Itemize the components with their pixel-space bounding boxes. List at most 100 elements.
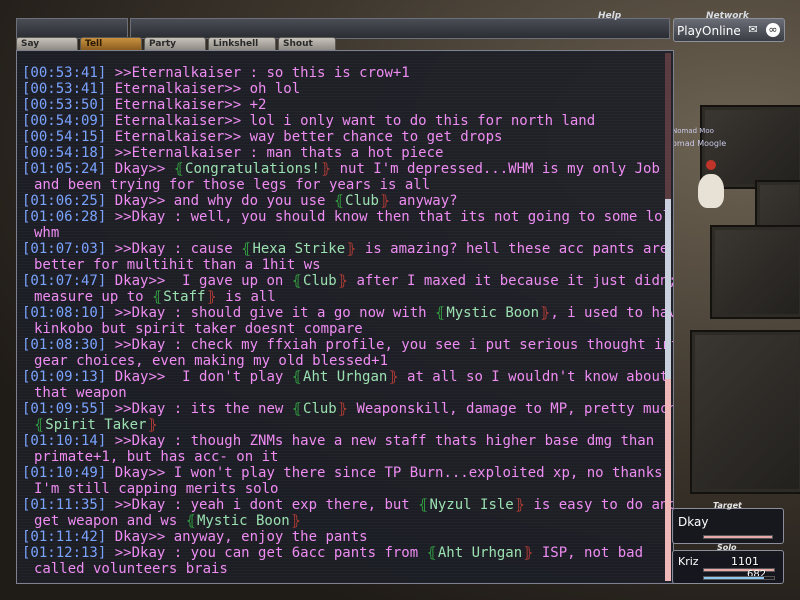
auto-translate-phrase: Mystic Boon <box>435 305 550 321</box>
chat-text: Eternalkaiser>> +2 <box>106 97 267 113</box>
chat-line: [01:07:03] >>Dkay : cause Hexa Strike is… <box>22 241 668 257</box>
chat-timestamp: [01:06:25] <box>22 193 107 209</box>
chat-line: [01:09:55] >>Dkay : its the new Club Wea… <box>22 401 673 417</box>
chat-text: primate+1, but has acc- on it <box>34 449 279 465</box>
top-bar-help[interactable] <box>130 18 670 39</box>
target-panel[interactable]: Target Dkay <box>672 501 784 544</box>
chat-text: is easy to do and <box>525 497 674 513</box>
chat-timestamp: [00:53:41] <box>22 81 107 97</box>
auto-translate-phrase: Aht Urhgan <box>427 545 534 561</box>
playonline-label: PlayOnline <box>677 24 741 38</box>
chat-timestamp: [01:06:28] <box>22 209 107 225</box>
chat-line: [00:54:15] Eternalkaiser>> way better ch… <box>22 129 662 145</box>
chat-line: Spirit Taker <box>22 417 662 433</box>
chat-line: [00:53:41] >>Eternalkaiser : so this is … <box>22 65 662 81</box>
chat-line: [01:12:13] >>Dkay : you can get 6acc pan… <box>22 545 662 561</box>
crate <box>690 330 800 494</box>
chat-text: Dkay>> anyway, enjoy the pants <box>106 529 368 545</box>
chat-text: Dkay>> I won't play there since TP Burn.… <box>106 465 674 481</box>
chat-line: [01:10:49] Dkay>> I won't play there sin… <box>22 465 673 481</box>
chat-line: [00:54:09] Eternalkaiser>> lol i only wa… <box>22 113 662 129</box>
help-label[interactable]: Help <box>598 11 621 21</box>
chat-line: that weapon <box>22 385 662 401</box>
chat-text: better for multihit than a 1hit ws <box>34 257 321 273</box>
chat-text: Dkay>> and why do you use <box>106 193 334 209</box>
chat-text: called volunteers brais <box>34 561 228 577</box>
chat-line: and been trying for those legs for years… <box>22 177 662 193</box>
tab-linkshell[interactable]: Linkshell <box>208 37 276 50</box>
chat-line: [01:11:42] Dkay>> anyway, enjoy the pant… <box>22 529 662 545</box>
chat-line: [00:54:18] >>Eternalkaiser : man thats a… <box>22 145 662 161</box>
auto-translate-phrase: Mystic Boon <box>186 513 301 529</box>
party-mp-fill <box>704 577 764 579</box>
tab-tell[interactable]: Tell <box>80 37 142 50</box>
chat-bubble-icon[interactable]: ∞ <box>766 23 780 37</box>
auto-translate-phrase: Club <box>292 273 348 289</box>
chat-text: Dkay>> <box>106 161 174 177</box>
playonline-button[interactable]: PlayOnline ✉ ∞ <box>673 18 785 42</box>
party-title: Solo <box>717 543 737 552</box>
chat-text: Dkay>> I don't play <box>106 369 292 385</box>
chat-timestamp: [01:10:14] <box>22 433 107 449</box>
chat-text: >>Dkay : well, you should know then that… <box>106 209 672 225</box>
chat-timestamp: [00:53:50] <box>22 97 107 113</box>
target-hp-bar <box>703 535 773 539</box>
tab-party[interactable]: Party <box>144 37 206 50</box>
chat-line: [01:06:28] >>Dkay : well, you should kno… <box>22 209 671 225</box>
auto-translate-phrase: Club <box>334 193 390 209</box>
chat-line: [00:53:41] Eternalkaiser>> oh lol <box>22 81 662 97</box>
target-hp-fill <box>704 536 772 538</box>
tab-say[interactable]: Say <box>16 37 78 50</box>
auto-translate-phrase: Spirit Taker <box>34 417 158 433</box>
target-name[interactable]: Dkay <box>678 515 708 529</box>
party-member-name[interactable]: Kriz <box>678 555 699 568</box>
auto-translate-phrase: Congratulations! <box>174 161 331 177</box>
mail-icon[interactable]: ✉ <box>746 23 760 37</box>
chat-timestamp: [01:08:30] <box>22 337 107 353</box>
chat-text: Eternalkaiser>> way better chance to get… <box>106 129 503 145</box>
chat-line: kinkobo but spirit taker doesnt compare <box>22 321 662 337</box>
tab-shout[interactable]: Shout <box>278 37 336 50</box>
chat-text: is all <box>216 289 276 305</box>
chat-line: [01:08:30] >>Dkay : check my ffxiah prof… <box>22 337 673 353</box>
chat-line: gear choices, even making my old blessed… <box>22 353 662 369</box>
auto-translate-phrase: Hexa Strike <box>241 241 356 257</box>
chat-text: Dkay>> I gave up on <box>106 273 292 289</box>
chat-text: measure up to <box>34 289 153 305</box>
chat-line: measure up to Staff is all <box>22 289 662 305</box>
chat-line: get weapon and ws Mystic Boon <box>22 513 662 529</box>
chat-text: is amazing? hell these acc pants are <box>356 241 669 257</box>
chat-text: ISP, not bad <box>533 545 644 561</box>
chat-timestamp: [01:12:13] <box>22 545 107 561</box>
chat-line: better for multihit than a 1hit ws <box>22 257 662 273</box>
top-bar-left <box>16 18 128 39</box>
party-panel[interactable]: Solo Kriz 1101 682 <box>672 543 784 584</box>
npc-name[interactable]: omad Moogle <box>672 139 726 148</box>
target-title: Target <box>713 501 742 510</box>
moogle-npc[interactable] <box>690 160 730 220</box>
chat-timestamp: [01:08:10] <box>22 305 107 321</box>
party-mp-bar <box>703 576 775 580</box>
chat-timestamp: [01:05:24] <box>22 161 107 177</box>
chat-timestamp: [00:54:15] <box>22 129 107 145</box>
chat-timestamp: [00:54:09] <box>22 113 107 129</box>
chat-timestamp: [01:10:49] <box>22 465 107 481</box>
chat-log[interactable]: [00:53:41] >>Eternalkaiser : so this is … <box>16 50 674 584</box>
chat-text: that weapon <box>34 385 127 401</box>
chat-line: [01:08:10] >>Dkay : should give it a go … <box>22 305 673 321</box>
chat-line: called volunteers brais <box>22 561 662 577</box>
chat-text: Eternalkaiser>> lol i only want to do th… <box>106 113 596 129</box>
chat-scroll-lower <box>665 379 671 581</box>
moogle-body <box>698 174 724 208</box>
chat-text: gear choices, even making my old blessed… <box>34 353 389 369</box>
chat-text: kinkobo but spirit taker doesnt compare <box>34 321 363 337</box>
chat-line: whm <box>22 225 662 241</box>
chat-text: Eternalkaiser>> oh lol <box>106 81 301 97</box>
chat-line: primate+1, but has acc- on it <box>22 449 662 465</box>
chat-scroll-thumb[interactable] <box>665 199 671 379</box>
auto-translate-phrase: Nyzul Isle <box>418 497 525 513</box>
chat-timestamp: [01:11:42] <box>22 529 107 545</box>
auto-translate-phrase: Staff <box>152 289 217 305</box>
moogle-pom <box>706 160 716 170</box>
chat-timestamp: [01:11:35] <box>22 497 107 513</box>
